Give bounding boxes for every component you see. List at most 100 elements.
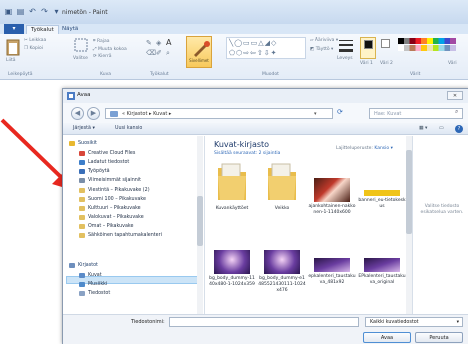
open-file-dialog: Avaa ✕ ◀ ▶ « Kirjastot ▸ Kuvat ▸ ▾ ⟳ Hae…: [62, 88, 468, 344]
dialog-close-button[interactable]: ✕: [447, 91, 463, 100]
outline-button[interactable]: ▱ Ääriviiva ▾: [310, 38, 338, 43]
library-title: Kuvat-kirjasto: [214, 140, 270, 149]
rotate-button[interactable]: ⟳ Kierrä: [93, 54, 112, 59]
tab-view[interactable]: Näytä: [58, 25, 82, 34]
back-button[interactable]: ◀: [71, 107, 84, 120]
palette[interactable]: [398, 38, 456, 58]
filename-input[interactable]: [169, 317, 359, 327]
brushes-button[interactable]: Sivellimet: [186, 36, 212, 68]
address-dropdown-icon[interactable]: ▾: [314, 109, 317, 119]
view-options-icon[interactable]: ▦ ▾: [419, 126, 427, 131]
filetype-select[interactable]: Kaikki kuvatiedostot ▾: [365, 317, 463, 327]
help-icon[interactable]: ?: [455, 125, 463, 133]
nav-item[interactable]: Omat – Pikakuvake: [79, 223, 133, 230]
copy-button[interactable]: ❐ Kopioi: [24, 46, 43, 51]
nav-item[interactable]: Creative Cloud Files: [79, 150, 135, 157]
library-subtitle-text[interactable]: Sisältää seuraavat: 2 sijaintia: [214, 151, 280, 156]
folder-icon: [268, 163, 296, 200]
file-tile[interactable]: banneri_eu-tietokeskus: [358, 160, 406, 210]
nav-item[interactable]: Suosikit: [69, 140, 97, 147]
qat-dropdown-icon[interactable]: ▾: [52, 7, 61, 16]
forward-button[interactable]: ▶: [87, 107, 100, 120]
file-content-pane: Kuvat-kirjasto Sisältää seuraavat: 2 sij…: [206, 136, 412, 314]
dialog-titlebar[interactable]: Avaa ✕: [63, 89, 468, 103]
color1-button[interactable]: [360, 37, 376, 59]
file-tile[interactable]: bg_body_dummy-e1485521430111-1024x476: [258, 232, 306, 294]
magnifier-icon[interactable]: ⌕: [166, 49, 170, 58]
new-folder-button[interactable]: Uusi kansio: [115, 126, 142, 131]
redo-icon[interactable]: ↷: [40, 7, 49, 16]
nav-item-label: Tiedostot: [88, 291, 111, 296]
picker-icon[interactable]: ✐: [156, 49, 162, 57]
crop-button[interactable]: ⌗ Rajaa: [93, 38, 110, 44]
paint-menu-button[interactable]: ▾: [4, 24, 24, 34]
color2-button[interactable]: [379, 37, 393, 59]
crop-label: Rajaa: [96, 39, 110, 44]
nav-item[interactable]: Viimeisimmät sijainnit: [79, 177, 141, 184]
arrange-value[interactable]: Kansio ▾: [374, 146, 393, 151]
line-width-icon[interactable]: [338, 38, 354, 54]
quick-access-toolbar: ▣ ▤ ↶ ↷ ▾: [4, 7, 61, 16]
refresh-icon[interactable]: ⟳: [337, 108, 343, 116]
organize-button[interactable]: Järjestä ▾: [73, 126, 95, 131]
file-tile[interactable]: ajankohtainen-nakkonen-1-1140x600: [308, 160, 356, 216]
select-label[interactable]: Valitse: [73, 56, 88, 61]
nav-item[interactable]: Tiedostot: [79, 290, 110, 297]
nav-folder-icon: [79, 151, 85, 156]
line-width-label[interactable]: Leveys: [337, 56, 353, 61]
cut-button[interactable]: ✂ Leikkaa: [24, 38, 46, 43]
nav-item[interactable]: Kirjastot: [69, 262, 98, 269]
brushes-label: Sivellimet: [189, 58, 209, 63]
paste-label[interactable]: Liitä: [6, 58, 16, 63]
address-bar[interactable]: « Kirjastot ▸ Kuvat ▸ ▾: [105, 108, 333, 119]
save-icon[interactable]: ▤: [16, 7, 25, 16]
file-name: bg_body_dummy-1140x480-1-1024x359: [209, 276, 255, 287]
select-icon[interactable]: [74, 38, 88, 54]
resize-button[interactable]: ⤢ Muuta kokoa: [93, 46, 127, 52]
group-tools-label: Työkalut: [150, 72, 169, 77]
text-icon[interactable]: A: [166, 38, 171, 47]
edit-colors-label[interactable]: Väri: [448, 61, 457, 66]
nav-folder-icon: [79, 206, 85, 211]
file-tile[interactable]: Veikko: [258, 160, 306, 212]
nav-item[interactable]: Valokuvat – Pikakuvake: [79, 214, 144, 221]
nav-item[interactable]: Musiikki: [79, 281, 107, 288]
file-tile[interactable]: Kuvankäyttöet: [208, 160, 256, 212]
paint-app-icon[interactable]: ▣: [4, 7, 13, 16]
eraser-icon[interactable]: ⌫: [146, 49, 156, 57]
nav-folder-icon: [79, 282, 85, 287]
filetype-dropdown-icon: ▾: [456, 320, 459, 325]
file-tile[interactable]: EPkalenteri_taustakuva_original: [358, 232, 406, 286]
nav-scroll-thumb[interactable]: [197, 196, 203, 246]
nav-scrollbar[interactable]: [197, 136, 203, 314]
nav-folder-icon: [79, 224, 85, 229]
nav-item[interactable]: Työpöytä: [79, 168, 110, 175]
fill-button[interactable]: ◩ Täyttö ▾: [310, 47, 333, 52]
nav-item[interactable]: Ladatut tiedostot: [79, 159, 129, 166]
paste-icon[interactable]: [6, 38, 20, 56]
search-icon: ⌕: [455, 108, 459, 115]
nav-item[interactable]: Kulttuuri – Pikakuvake: [79, 205, 141, 212]
nav-item[interactable]: Sähköinen tapahtumakalenteri: [79, 232, 162, 239]
cancel-button[interactable]: Peruuta: [415, 332, 463, 343]
copy-label: Kopioi: [29, 46, 44, 51]
fill-icon[interactable]: ◈: [156, 39, 161, 47]
nav-item-label: Creative Cloud Files: [88, 151, 136, 156]
nav-folder-icon: [79, 273, 85, 278]
nav-item-label: Suomi 100 – Pikakuvake: [88, 197, 146, 202]
tab-home[interactable]: Työkalut: [26, 25, 59, 34]
fill-label: Täyttö: [315, 47, 330, 52]
outline-label: Ääriviiva: [314, 38, 335, 43]
file-tile[interactable]: epkalenteri_taustakuva_481x92: [308, 232, 356, 286]
preview-pane-icon[interactable]: ▭: [439, 126, 444, 131]
undo-icon[interactable]: ↶: [28, 7, 37, 16]
nav-item[interactable]: Viestintä – Pikakuvake (2): [79, 187, 150, 194]
pencil-icon[interactable]: ✎: [146, 39, 152, 47]
file-tile[interactable]: bg_body_dummy-1140x480-1-1024x359: [208, 232, 256, 288]
open-button[interactable]: Avaa: [363, 332, 411, 343]
nav-item[interactable]: Kuvat: [79, 272, 102, 279]
search-input[interactable]: Hae: Kuvat: [369, 108, 463, 119]
nav-item[interactable]: Suomi 100 – Pikakuvake: [79, 196, 146, 203]
shapes-gallery[interactable]: ╲◯▭▭△◢◇ ⬠⬡⇨⇦⇧⇩✦: [226, 37, 306, 59]
preview-message: Valitse tiedosto esikatselua varten.: [420, 204, 464, 215]
